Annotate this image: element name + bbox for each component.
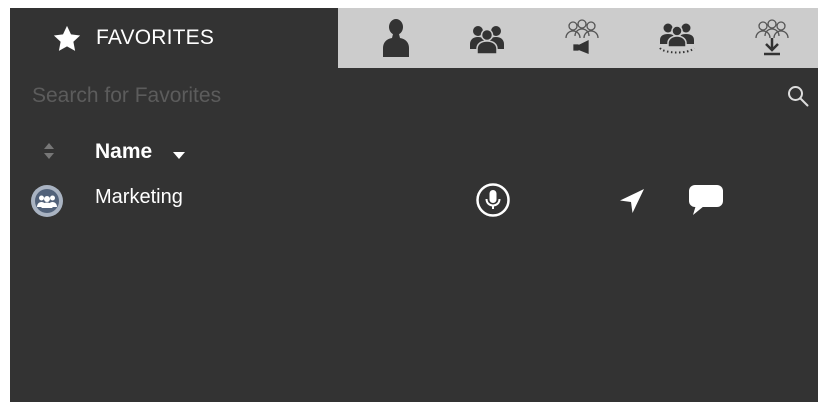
microphone-icon[interactable] [475,182,511,218]
tab-dynamic-groups[interactable] [655,16,699,60]
group-icon [470,26,504,55]
name-column-header[interactable]: Name [95,140,152,164]
search-icon[interactable] [786,84,810,108]
star-icon [53,25,81,51]
tab-download-groups[interactable] [750,16,794,60]
sort-icon[interactable] [42,140,56,162]
chat-icon[interactable] [686,182,726,218]
search-bar [10,76,818,116]
search-input[interactable] [32,82,752,110]
broadcast-group-icon [565,19,599,54]
favorites-panel: FAVORITES Search for Favorites Name Mark… [10,8,818,402]
tab-bar: FAVORITES [10,8,818,68]
contact-icon [383,19,409,57]
chevron-down-icon[interactable] [172,150,186,160]
tab-favorites-label: FAVORITES [96,26,215,49]
tab-broadcast-groups[interactable] [560,16,604,60]
list-column-header: Name [10,136,818,170]
download-group-icon [755,19,789,56]
tab-groups[interactable] [465,16,509,60]
tab-favorites[interactable]: FAVORITES [10,8,338,68]
location-arrow-icon[interactable] [617,186,647,216]
dynamic-group-icon [659,23,695,54]
tab-contacts[interactable] [374,16,418,60]
group-avatar-icon [31,185,63,217]
list-item-label: Marketing [95,186,183,208]
list-item[interactable]: Marketing [10,178,818,222]
